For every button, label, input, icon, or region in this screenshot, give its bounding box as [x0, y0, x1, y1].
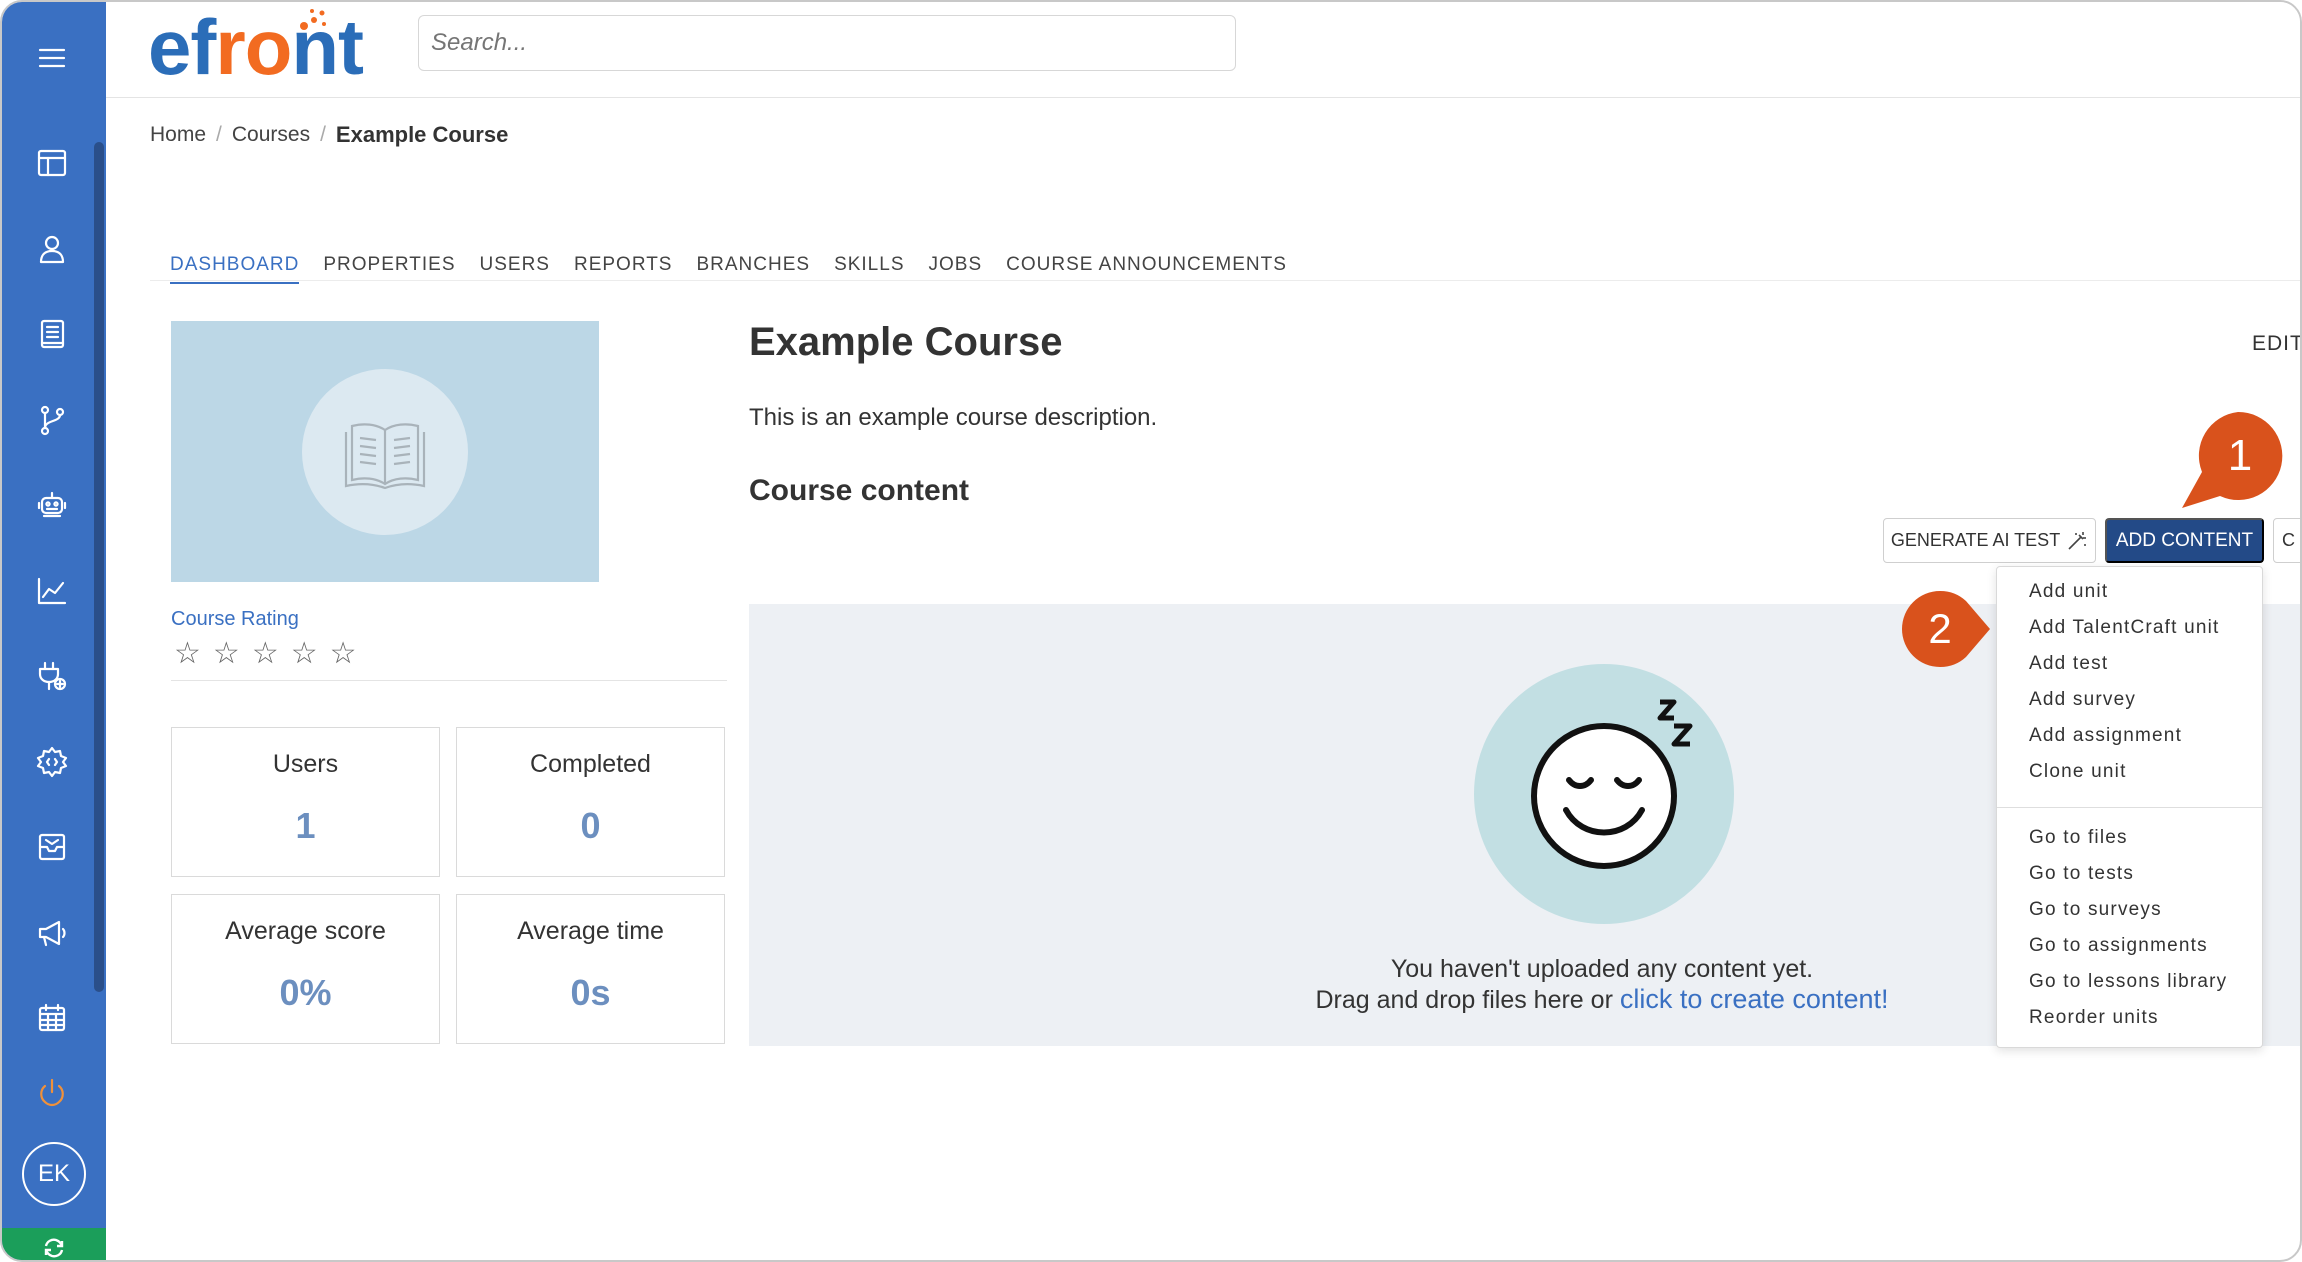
course-rating-label: Course Rating: [171, 608, 299, 630]
sidebar: EK: [2, 2, 106, 1260]
course-image-placeholder: [302, 368, 468, 535]
sleeping-face-icon: [1531, 699, 1693, 869]
breadcrumb-separator: /: [320, 123, 326, 146]
menu-item-go-to-lessons-library[interactable]: Go to lessons library: [2029, 971, 2227, 993]
logo-sparkle-icon: [300, 9, 326, 30]
hamburger-menu-icon[interactable]: [24, 30, 80, 86]
empty-state-line2: Drag and drop files here or: [1315, 986, 1613, 1014]
stat-value: 0: [580, 805, 601, 846]
course-description: This is an example course description.: [749, 404, 1158, 431]
branches-fork-icon[interactable]: [24, 392, 80, 448]
open-book-icon: [344, 422, 426, 489]
course-image[interactable]: [171, 321, 599, 582]
stat-label: Users: [272, 750, 339, 778]
menu-item-add-talentcraft-unit[interactable]: Add TalentCraft unit: [2029, 617, 2220, 639]
ai-robot-icon[interactable]: [24, 477, 80, 533]
generate-ai-test-button[interactable]: GENERATE AI TEST: [1883, 518, 2096, 563]
add-content-button[interactable]: ADD CONTENT: [2105, 518, 2264, 563]
stat-card-average-score: Average score 0%: [171, 894, 440, 1044]
star-icon[interactable]: ☆: [213, 636, 240, 672]
rating-divider: [171, 680, 727, 681]
menu-item-reorder-units[interactable]: Reorder units: [2029, 1007, 2159, 1029]
settings-gear-icon[interactable]: [24, 734, 80, 790]
breadcrumb-current: Example Course: [335, 122, 509, 147]
menu-item-clone-unit[interactable]: Clone unit: [2029, 761, 2127, 783]
stat-value: 1: [295, 805, 316, 846]
create-content-link[interactable]: click to create content!: [1620, 984, 1889, 1014]
announcements-megaphone-icon[interactable]: [24, 905, 80, 961]
stat-value: 0%: [279, 972, 332, 1013]
menu-divider: [1997, 807, 2262, 808]
callout-marker-2: 2: [1902, 589, 1992, 669]
sleeping-face-illustration: [1474, 664, 1734, 924]
top-bar: efront: [106, 2, 2300, 98]
search-input[interactable]: [418, 15, 1236, 71]
magic-wand-icon: [2068, 531, 2087, 550]
logo-text-ef: ef: [148, 3, 216, 91]
calendar-icon[interactable]: [24, 990, 80, 1046]
star-icon[interactable]: ☆: [252, 636, 279, 672]
add-content-dropdown: Add unit Add TalentCraft unit Add test A…: [1996, 566, 2263, 1048]
sidebar-scrollbar[interactable]: [94, 142, 104, 992]
generate-ai-test-label: GENERATE AI TEST: [1890, 530, 2061, 550]
callout-marker-1: 1: [2178, 410, 2284, 510]
callout-number-1: 1: [2228, 431, 2252, 480]
menu-item-go-to-surveys[interactable]: Go to surveys: [2029, 899, 2162, 921]
empty-state-message: You haven't uploaded any content yet. Dr…: [1102, 954, 2102, 1015]
star-icon[interactable]: ☆: [330, 636, 357, 672]
menu-item-add-assignment[interactable]: Add assignment: [2029, 725, 2182, 747]
menu-item-go-to-assignments[interactable]: Go to assignments: [2029, 935, 2208, 957]
reports-chart-icon[interactable]: [24, 563, 80, 619]
menu-item-go-to-tests[interactable]: Go to tests: [2029, 863, 2134, 885]
sync-status-bar[interactable]: [2, 1228, 106, 1260]
stat-card-completed: Completed 0: [456, 727, 725, 877]
stat-card-average-time: Average time 0s: [456, 894, 725, 1044]
breadcrumb: Home / Courses / Example Course: [150, 122, 508, 148]
breadcrumb-courses-link[interactable]: Courses: [232, 123, 310, 147]
star-icon[interactable]: ☆: [291, 636, 318, 672]
course-content-heading: Course content: [749, 474, 970, 507]
tabs-divider: [150, 280, 2300, 281]
integrations-plug-icon[interactable]: [24, 648, 80, 704]
course-title: Example Course: [749, 320, 1063, 364]
breadcrumb-home-link[interactable]: Home: [150, 123, 206, 147]
menu-item-add-test[interactable]: Add test: [2029, 653, 2108, 675]
menu-item-go-to-files[interactable]: Go to files: [2029, 827, 2128, 849]
more-options-button[interactable]: C: [2273, 518, 2300, 563]
app-window: EK efront Home / Courses / Example Cours…: [0, 0, 2302, 1262]
breadcrumb-separator: /: [216, 123, 222, 146]
user-icon[interactable]: [24, 221, 80, 277]
logo-text-r: r: [215, 3, 245, 91]
stat-label: Average time: [517, 917, 664, 945]
stat-card-users: Users 1: [171, 727, 440, 877]
sync-refresh-icon: [44, 1238, 64, 1258]
stat-label: Completed: [530, 750, 651, 778]
dashboard-layout-icon[interactable]: [24, 135, 80, 191]
callout-number-2: 2: [1928, 605, 1951, 652]
power-logout-icon[interactable]: [24, 1065, 80, 1121]
course-rating-stars[interactable]: ☆ ☆ ☆ ☆ ☆: [174, 636, 357, 672]
courses-book-icon[interactable]: [24, 306, 80, 362]
menu-item-add-survey[interactable]: Add survey: [2029, 689, 2136, 711]
star-icon[interactable]: ☆: [174, 636, 201, 672]
empty-state-line1: You haven't uploaded any content yet.: [1390, 955, 1814, 983]
edit-course-link[interactable]: EDIT: [2252, 332, 2300, 356]
stat-value: 0s: [570, 972, 611, 1013]
stat-label: Average score: [225, 917, 386, 945]
logo-text-o: o: [244, 3, 293, 91]
messages-inbox-icon[interactable]: [24, 819, 80, 875]
user-avatar[interactable]: EK: [22, 1142, 86, 1206]
empty-state-line2-wrap: Drag and drop files here or click to cre…: [1102, 984, 2102, 1015]
menu-item-add-unit[interactable]: Add unit: [2029, 581, 2108, 603]
